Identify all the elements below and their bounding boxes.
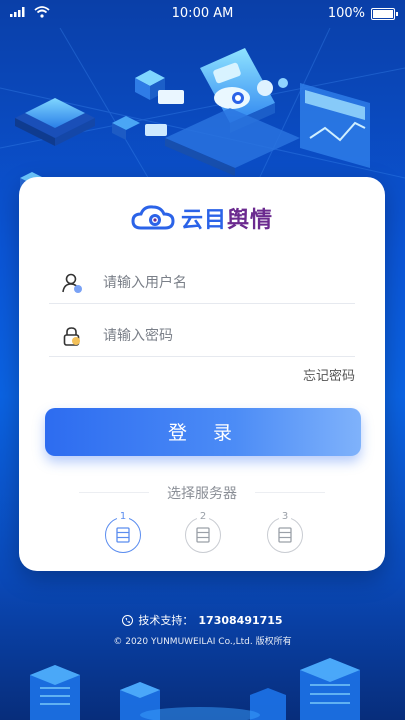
login-card: 云目舆情 忘记密码 登 录 选择服务器 1: [19, 177, 385, 571]
support-label: 技术支持：: [138, 614, 194, 627]
battery-percent: 100%: [327, 6, 365, 21]
cloud-eye-icon: [131, 205, 175, 230]
server-select-title: 选择服务器: [79, 483, 325, 503]
status-bar: 10:00 AM 100%: [0, 0, 405, 28]
server-option-3[interactable]: 3: [267, 511, 303, 553]
support-phone: 17308491715: [198, 613, 283, 627]
server-icon: [278, 527, 292, 543]
dashboard-graphic: [300, 83, 370, 168]
server-icon: [196, 527, 210, 543]
battery-icon: [371, 7, 398, 20]
city-illustration: [30, 658, 360, 720]
server-icon: [116, 527, 130, 543]
chip-graphic: [15, 98, 95, 146]
brand-name: 云目舆情: [180, 208, 274, 233]
username-field[interactable]: [49, 263, 355, 304]
login-button[interactable]: 登 录: [45, 408, 361, 456]
phone-icon: [122, 614, 134, 626]
server-option-1[interactable]: 1: [105, 511, 141, 553]
user-icon: [59, 270, 85, 296]
username-input[interactable]: [101, 274, 355, 292]
server-option-2[interactable]: 2: [185, 511, 221, 553]
password-input[interactable]: [101, 327, 355, 345]
forgot-password-link[interactable]: 忘记密码: [303, 365, 355, 384]
lock-icon: [59, 323, 85, 349]
password-field[interactable]: [49, 316, 355, 357]
support-info: 技术支持： 17308491715: [0, 612, 405, 628]
hero-illustration: [0, 28, 405, 198]
brand-logo: 云目舆情: [19, 202, 385, 234]
